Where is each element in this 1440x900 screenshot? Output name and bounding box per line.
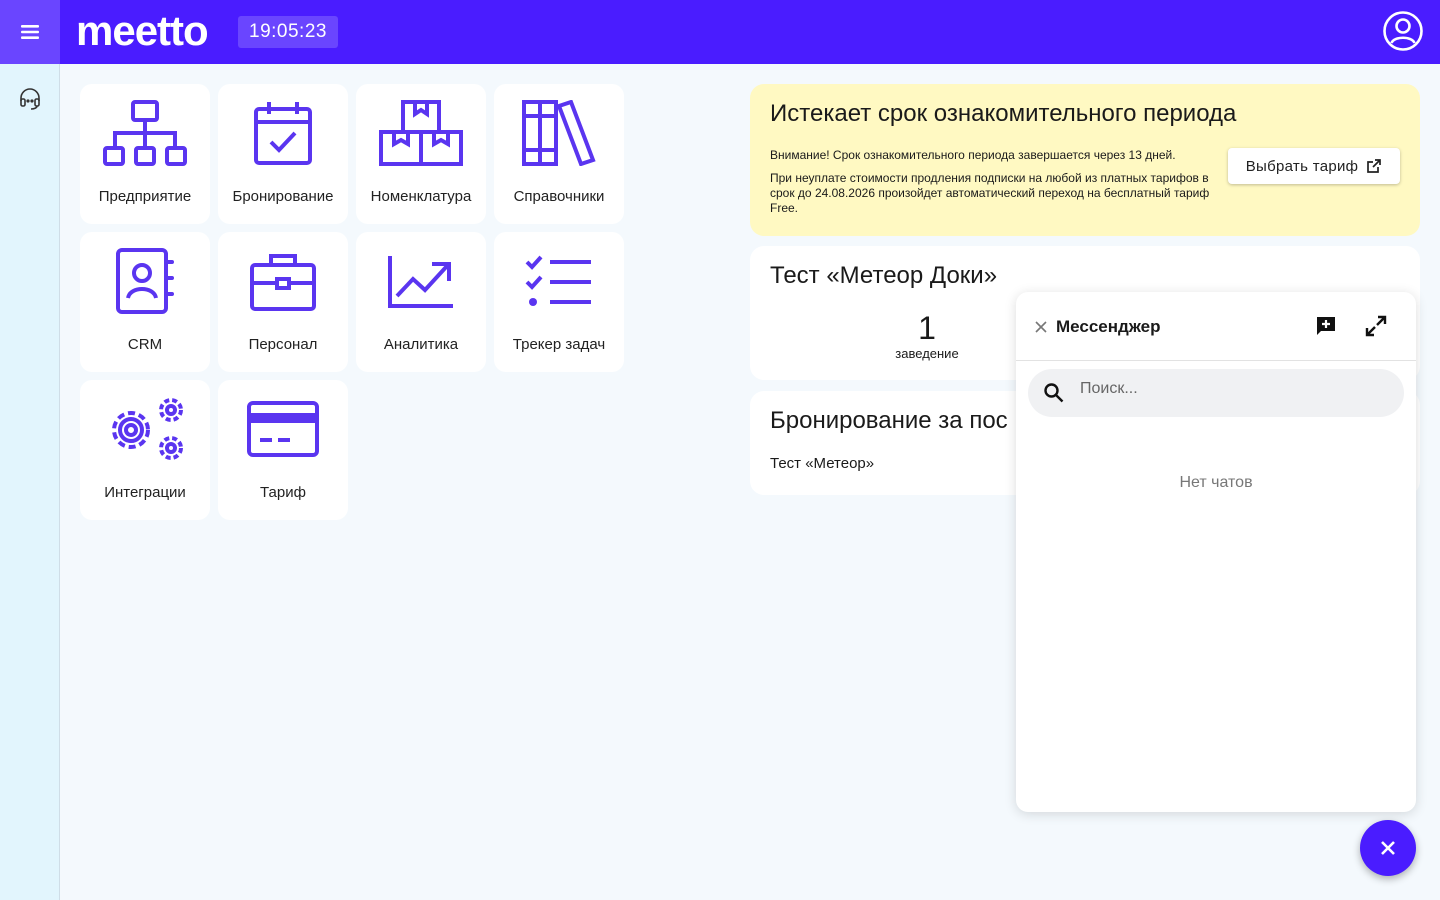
module-tile-task-tracker[interactable]: Трекер задач <box>494 232 624 372</box>
trial-title: Истекает срок ознакомительного периода <box>770 100 1237 127</box>
module-label: Предприятие <box>98 188 192 205</box>
module-label: Справочники <box>513 188 605 205</box>
user-circle-icon <box>1383 11 1423 51</box>
choose-tariff-label: Выбрать тариф <box>1245 157 1359 175</box>
venue-count: 1 <box>918 310 936 346</box>
messenger-toggle-button[interactable] <box>1360 820 1416 876</box>
chart-trend-icon <box>388 256 453 308</box>
module-tile-staff[interactable]: Персонал <box>218 232 348 372</box>
choose-tariff-button[interactable]: Выбрать тариф <box>1228 148 1400 184</box>
meetto-logo[interactable]: meetto <box>76 12 226 52</box>
module-label: CRM <box>127 336 163 353</box>
clock-display: 19:05:23 <box>238 16 338 48</box>
module-label: Интеграции <box>104 484 186 501</box>
module-label: Аналитика <box>383 336 459 353</box>
close-icon <box>1381 841 1395 855</box>
expand-icon[interactable] <box>1364 314 1388 338</box>
top-bar: meetto 19:05:23 <box>0 0 1440 64</box>
trial-warning-text: Внимание! Срок ознакомительного периода … <box>770 148 1176 162</box>
messenger-search-input[interactable] <box>1080 369 1390 409</box>
module-tile-enterprise[interactable]: Предприятие <box>80 84 210 224</box>
bookings-card-title: Бронирование за пос <box>770 407 1008 434</box>
trial-expiring-card: Истекает срок ознакомительного периода В… <box>750 84 1420 236</box>
close-icon <box>1035 321 1047 333</box>
external-link-icon <box>1367 159 1382 173</box>
messenger-close-button[interactable] <box>1032 318 1050 336</box>
module-tile-nomenclature[interactable]: Номенклатура <box>356 84 486 224</box>
user-profile-button[interactable] <box>1382 10 1424 52</box>
module-tile-booking[interactable]: Бронирование <box>218 84 348 224</box>
sidebar-item-support[interactable] <box>17 86 43 112</box>
gears-icon <box>112 398 183 460</box>
sidebar <box>0 64 60 900</box>
module-tile-crm[interactable]: CRM <box>80 232 210 372</box>
boxes-icon <box>379 100 463 166</box>
hamburger-icon <box>21 25 39 39</box>
module-label: Трекер задач <box>512 336 606 353</box>
books-icon <box>522 100 596 166</box>
new-chat-icon[interactable] <box>1314 314 1338 338</box>
messenger-divider <box>1016 360 1416 361</box>
module-label: Бронирование <box>232 188 334 205</box>
module-tile-integrations[interactable]: Интеграции <box>80 380 210 520</box>
docs-card-title: Тест «Метеор Доки» <box>770 262 998 289</box>
org-structure-icon <box>103 100 187 166</box>
calendar-check-icon <box>254 102 312 165</box>
briefcase-icon <box>250 254 316 311</box>
credit-card-icon <box>247 401 319 457</box>
module-tile-references[interactable]: Справочники <box>494 84 624 224</box>
task-list-icon <box>525 255 591 306</box>
trial-info-text: При неуплате стоимости продления подписк… <box>770 171 1210 215</box>
messenger-panel: Мессенджер Нет чатов <box>1016 292 1416 812</box>
no-chats-text: Нет чатов <box>1179 474 1253 491</box>
search-icon <box>1044 383 1064 403</box>
module-label: Номенклатура <box>370 188 472 205</box>
bookings-list-item[interactable]: Тест «Метеор» <box>770 455 874 472</box>
module-tile-analytics[interactable]: Аналитика <box>356 232 486 372</box>
messenger-title: Мессенджер <box>1056 317 1161 336</box>
messenger-search-box <box>1028 369 1404 417</box>
module-tile-tariff[interactable]: Тариф <box>218 380 348 520</box>
headset-support-icon <box>20 88 40 110</box>
module-label: Персонал <box>248 336 318 353</box>
svg-text:meetto: meetto <box>76 12 208 52</box>
venue-count-label: заведение <box>895 346 959 361</box>
contact-book-icon <box>116 248 174 314</box>
menu-button[interactable] <box>0 0 60 64</box>
module-label: Тариф <box>260 484 306 501</box>
